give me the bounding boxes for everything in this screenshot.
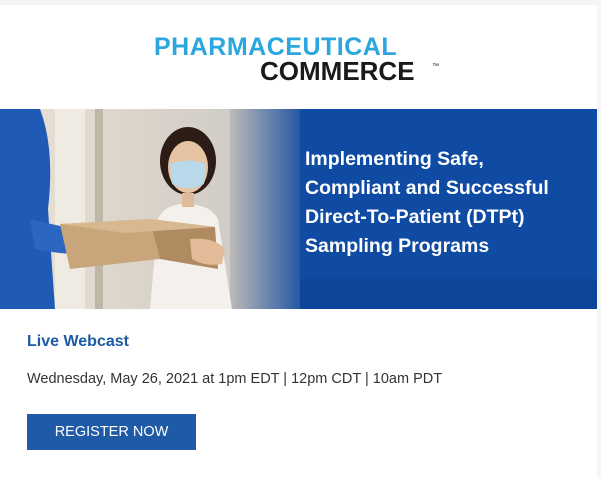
hero-banner[interactable]: Implementing Safe, Compliant and Success… <box>0 109 597 309</box>
banner-title-line: Implementing Safe, <box>305 148 484 170</box>
brand-logo[interactable]: PHARMACEUTICAL COMMERCE ™ <box>0 5 597 109</box>
banner-title-line: Direct-To-Patient (DTPt) <box>305 206 525 228</box>
logo-word-commerce: COMMERCE <box>260 56 415 86</box>
banner-title-line: Compliant and Successful <box>305 177 549 199</box>
banner-title-line: Sampling Programs <box>305 235 490 257</box>
register-now-button[interactable]: REGISTER NOW <box>27 414 196 450</box>
logo-trademark: ™ <box>432 63 439 70</box>
event-type-label: Live Webcast <box>27 333 129 350</box>
email-card: PHARMACEUTICAL COMMERCE ™ Implementing S… <box>0 5 597 477</box>
banner-title: Implementing Safe, Compliant and Success… <box>305 145 590 261</box>
event-date: Wednesday, May 26, 2021 at 1pm EDT | 12p… <box>27 371 443 387</box>
